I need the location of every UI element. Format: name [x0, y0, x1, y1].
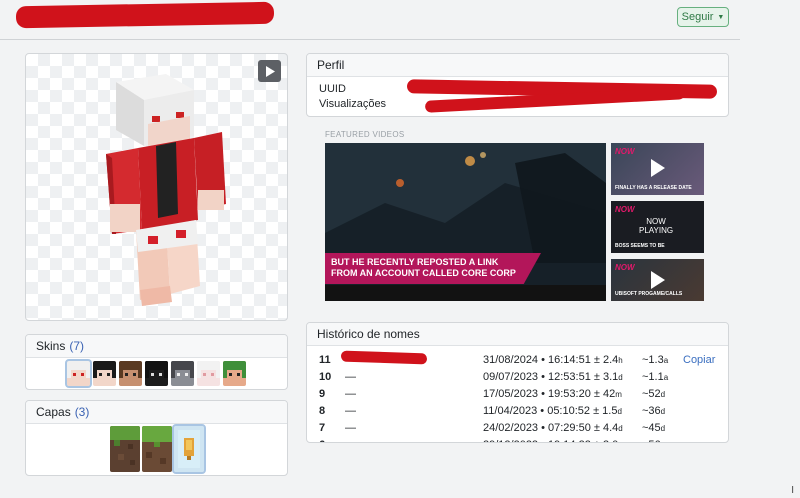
history-date: 11/04/2023 • 05:10:52 ± 1.5d	[483, 404, 622, 417]
name-history-panel: Histórico de nomes 11 31/08/2024 • 16:14:…	[306, 322, 729, 443]
capes-count: (3)	[74, 405, 90, 419]
capes-title: Capas	[36, 405, 71, 419]
history-duration: ~45d	[642, 421, 666, 434]
video-thumbnail-2[interactable]: NOW NOW PLAYING BOSS SEEMS TO BE	[611, 201, 704, 253]
play-icon	[651, 159, 665, 177]
name-history-row: 7 — 24/02/2023 • 07:29:50 ± 4.4d ~45d	[307, 419, 728, 436]
history-duration: ~56d	[640, 439, 680, 443]
history-duration: ~1.3a	[642, 353, 669, 366]
video-thumbnail-title: UBISOFT PROGAME/CALLS	[615, 291, 683, 297]
video-caption: BUT HE RECENTLY REPOSTED A LINK FROM AN …	[325, 253, 541, 284]
name-history-row: 10 — 09/07/2023 • 12:53:51 ± 3.1d ~1.1a	[307, 368, 728, 385]
history-date: 31/08/2024 • 16:14:51 ± 2.4h	[483, 353, 623, 366]
name-history-title: Histórico de nomes	[317, 327, 420, 341]
history-duration: ~1.1a	[642, 370, 669, 383]
skin-thumbnail[interactable]	[223, 361, 246, 386]
chevron-down-icon: ▼	[717, 13, 725, 21]
video-thumbnail-3[interactable]: NOW UBISOFT PROGAME/CALLS	[611, 259, 704, 301]
eye-right	[176, 112, 184, 118]
cape-grass-2[interactable]	[141, 426, 172, 472]
history-index: 11	[319, 353, 331, 366]
redacted-username	[15, 1, 275, 29]
video-caption-line2: FROM AN ACCOUNT CALLED CORE CORP	[331, 268, 516, 278]
video-footer	[325, 285, 606, 301]
name-history-row: 6—29/12/2022 • 19:14:22 ± 3.0h~56d	[307, 436, 728, 443]
cape-selected[interactable]	[171, 424, 206, 474]
profile-header: Perfil	[307, 54, 728, 77]
skins-list	[26, 358, 287, 388]
skin-thumbnail[interactable]	[93, 361, 116, 386]
cape-grass[interactable]	[109, 426, 140, 472]
history-index: 10	[319, 370, 332, 383]
skin-viewer[interactable]	[25, 53, 288, 321]
name-history-row: 9 — 17/05/2023 • 19:53:20 ± 42m ~52d	[307, 385, 728, 402]
history-duration: ~52d	[642, 387, 666, 400]
history-index: 7	[319, 421, 326, 434]
follow-button-label: Seguir	[681, 11, 714, 23]
video-thumbnail-title: BOSS SEEMS TO BE	[615, 243, 665, 249]
skins-title: Skins	[36, 339, 66, 353]
history-name: —	[343, 439, 483, 443]
profile-panel: Perfil UUID Visualizações	[306, 53, 729, 117]
skin-thumbnail[interactable]	[119, 361, 142, 386]
featured-videos-label: FEATURED VIDEOS	[325, 130, 405, 139]
play-icon	[651, 271, 665, 289]
history-index: 6	[307, 439, 343, 443]
name-history-header: Histórico de nomes	[307, 323, 728, 346]
history-date: 09/07/2023 • 12:53:51 ± 3.1d	[483, 370, 623, 383]
now-playing-label: NOW PLAYING	[639, 217, 674, 235]
history-date: 17/05/2023 • 19:53:20 ± 42m	[483, 387, 622, 400]
video-thumbnail-logo: NOW	[615, 147, 635, 156]
history-name: —	[345, 421, 356, 434]
capes-header: Capas (3)	[26, 401, 287, 424]
capes-list	[26, 424, 287, 474]
skin-thumbnail[interactable]	[65, 359, 92, 388]
skin-3d-model	[106, 74, 226, 306]
history-index: 9	[319, 387, 326, 400]
text-cursor-marker: I	[791, 485, 794, 496]
video-thumbnail-logo: NOW	[615, 263, 635, 272]
eye-left	[152, 116, 160, 122]
skin-thumbnail[interactable]	[145, 361, 168, 386]
page-header: Seguir ▼	[0, 0, 740, 40]
skin-thumbnail[interactable]	[197, 361, 220, 386]
skins-panel: Skins (7)	[25, 334, 288, 390]
history-date: 29/12/2022 • 19:14:22 ± 3.0h	[483, 439, 640, 443]
history-duration: ~36d	[642, 404, 666, 417]
featured-video-player[interactable]: BUT HE RECENTLY REPOSTED A LINK FROM AN …	[325, 143, 606, 301]
history-name: —	[345, 404, 356, 417]
profile-title: Perfil	[317, 58, 345, 72]
history-name: —	[345, 387, 356, 400]
video-thumbnail-1[interactable]: NOW FINALLY HAS A RELEASE DATE	[611, 143, 704, 195]
name-history-row: 8 — 11/04/2023 • 05:10:52 ± 1.5d ~36d	[307, 402, 728, 419]
skin-thumbnail[interactable]	[171, 361, 194, 386]
capes-panel: Capas (3)	[25, 400, 288, 476]
copy-link[interactable]: Copiar	[680, 354, 715, 366]
skins-count: (7)	[69, 339, 85, 353]
video-caption-line1: BUT HE RECENTLY REPOSTED A LINK	[331, 257, 499, 267]
follow-button[interactable]: Seguir ▼	[677, 7, 729, 27]
video-thumbnail-logo: NOW	[615, 205, 635, 214]
video-thumbnail-title: FINALLY HAS A RELEASE DATE	[615, 185, 692, 191]
history-name: —	[345, 370, 356, 383]
history-date: 24/02/2023 • 07:29:50 ± 4.4d	[483, 421, 623, 434]
skins-header: Skins (7)	[26, 335, 287, 358]
history-index: 8	[319, 404, 326, 417]
